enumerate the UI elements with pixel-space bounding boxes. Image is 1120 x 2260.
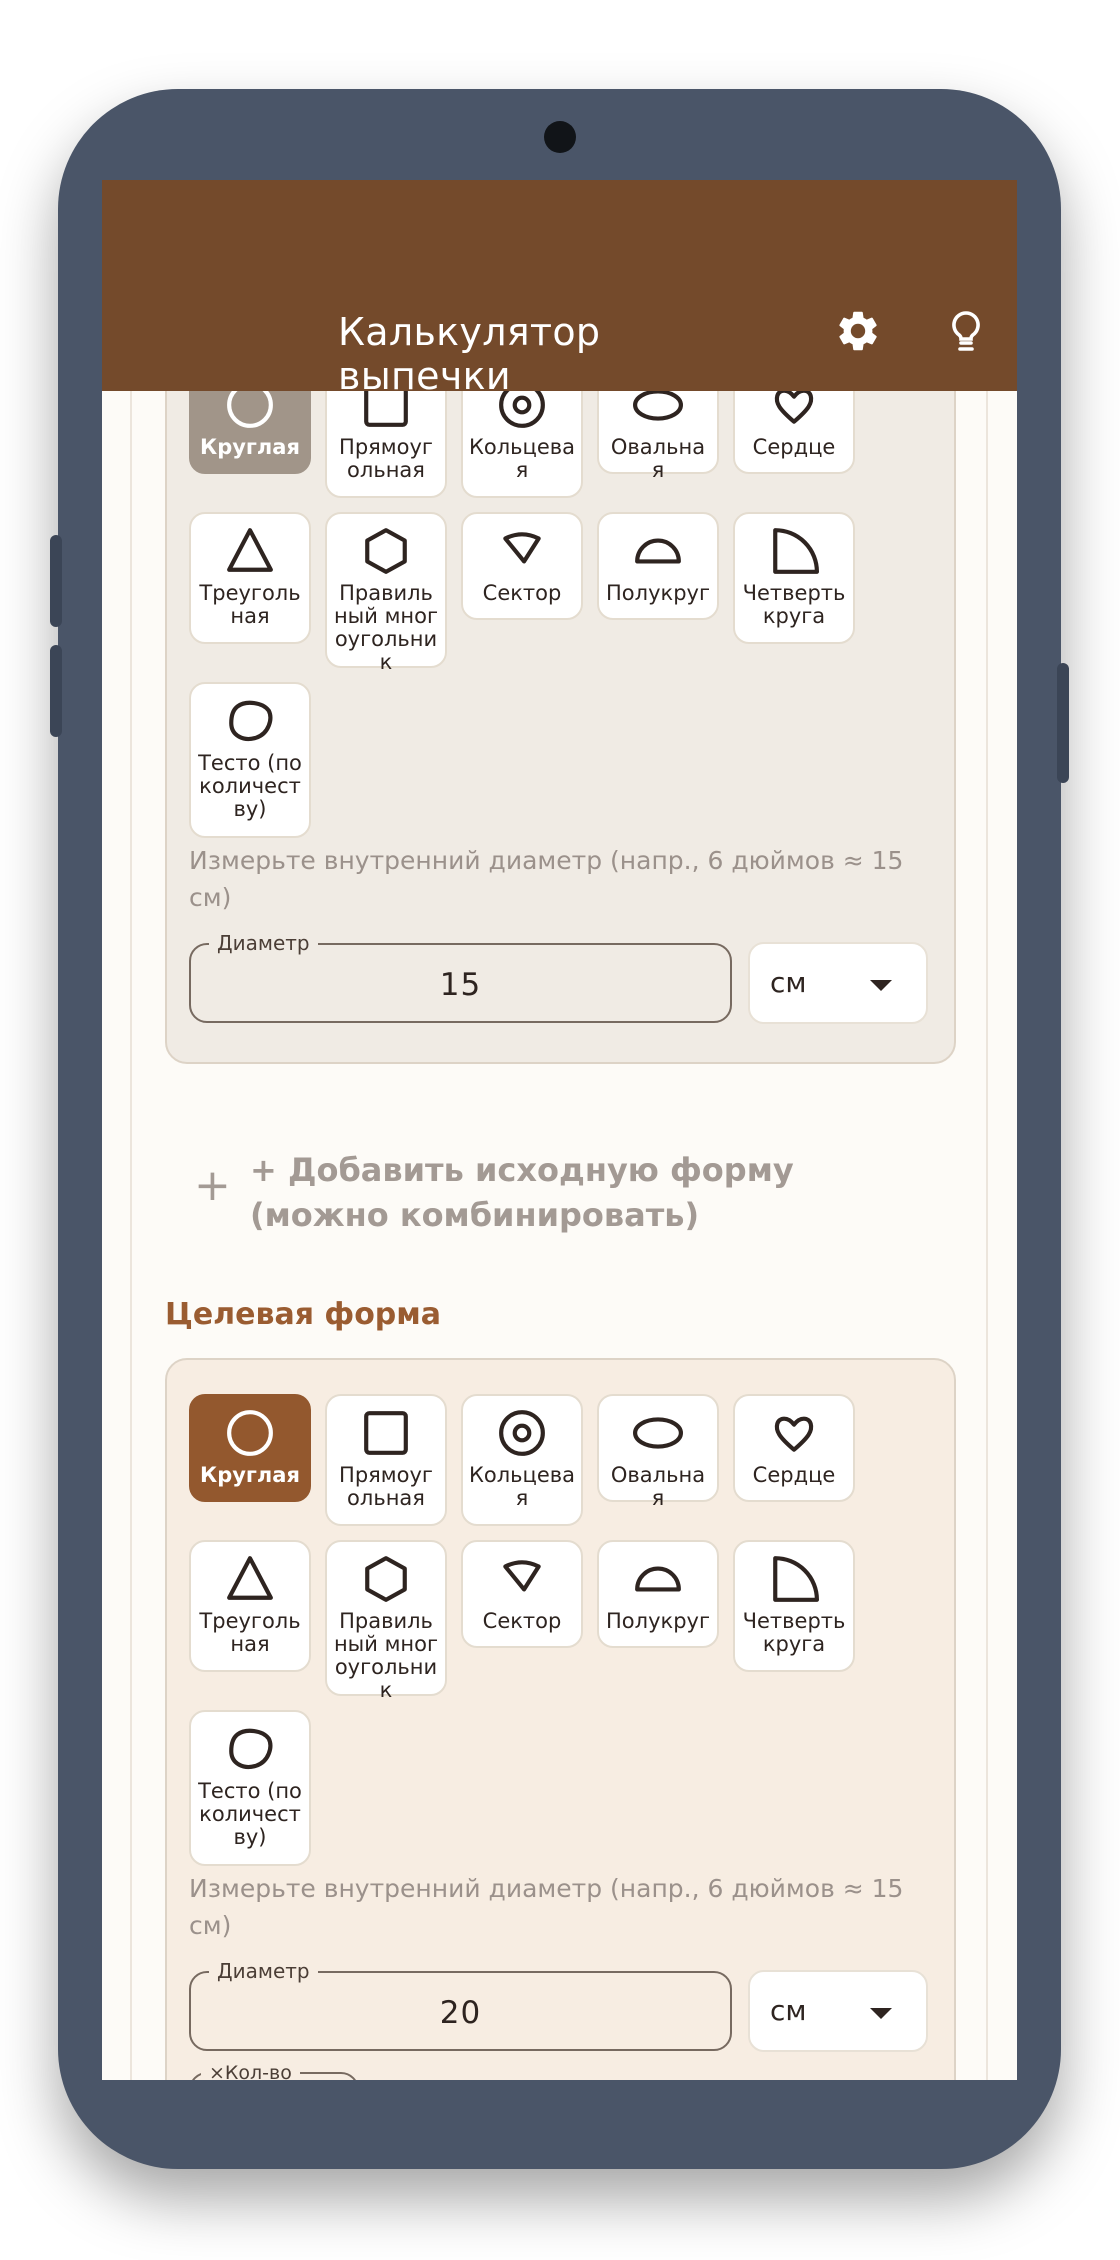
source-hint: Измерьте внутренний диаметр (напр., 6 дю…: [189, 846, 904, 912]
target-shape-option[interactable]: Овальная: [597, 1394, 719, 1510]
target-shape-label: Четверть круга: [742, 1609, 846, 1656]
dough-blob-icon: [229, 1728, 273, 1769]
target-shape-label: Овальная: [610, 1463, 706, 1510]
quantity-field[interactable]: ×Кол-во: [189, 2062, 359, 2080]
target-shape-label: Треугольная: [199, 1609, 301, 1656]
target-unit-value: см: [770, 1994, 807, 2027]
source-shape-option[interactable]: Тесто (по количеству): [189, 682, 311, 838]
quarter-circle-icon: [773, 528, 819, 574]
lightbulb-icon[interactable]: [942, 307, 990, 355]
front-camera: [544, 121, 576, 153]
source-shape-label: Тесто (по количеству): [198, 751, 302, 821]
dough-blob-icon: [229, 700, 273, 741]
source-shape-label: Четверть круга: [742, 581, 846, 628]
ring-icon: [499, 1410, 545, 1456]
hexagon-icon: [365, 1556, 407, 1602]
target-shape-option[interactable]: Правильный многоугольник: [325, 1540, 447, 1702]
source-shape-label: Полукруг: [606, 581, 710, 605]
app-title: Калькулятор выпечки: [338, 310, 601, 398]
app-bar: Калькулятор выпечки: [102, 180, 1017, 398]
source-shape-option[interactable]: Сектор: [461, 512, 583, 620]
source-shape-option[interactable]: Правильный многоугольник: [325, 512, 447, 674]
source-shape-option[interactable]: Полукруг: [597, 512, 719, 620]
target-shape-label: Кольцевая: [469, 1463, 576, 1510]
app-screen: Круглая Прямоугольная Кольцевая Овальная Сер…: [102, 180, 1017, 2080]
circle-icon: [227, 1410, 273, 1456]
source-diameter-value: 15: [439, 967, 482, 1003]
target-shape-option[interactable]: Сектор: [461, 1540, 583, 1648]
target-shape-option[interactable]: Полукруг: [597, 1540, 719, 1648]
semicircle-icon: [635, 1566, 681, 1592]
hexagon-icon: [365, 528, 407, 574]
source-unit-select[interactable]: см: [748, 942, 928, 1024]
triangle-icon: [227, 528, 273, 572]
triangle-icon: [227, 1556, 273, 1600]
target-shape-option[interactable]: Кольцевая: [461, 1394, 583, 1526]
source-shape-label: Кольцевая: [469, 435, 576, 482]
target-shape-label: Сердце: [752, 1463, 836, 1487]
sector-icon: [503, 1560, 541, 1592]
source-shape-option[interactable]: Треугольная: [189, 512, 311, 644]
target-shape-option[interactable]: Прямоугольная: [325, 1394, 447, 1526]
phone-frame: Круглая Прямоугольная Кольцевая Овальная Сер…: [50, 89, 1069, 2169]
quarter-circle-icon: [773, 1556, 819, 1602]
target-unit-select[interactable]: см: [748, 1970, 928, 2052]
target-diameter-value: 20: [439, 1995, 482, 2031]
chevron-down-icon: [870, 2008, 892, 2019]
target-shape-label: Круглая: [200, 1463, 300, 1487]
target-shape-option[interactable]: Сердце: [733, 1394, 855, 1502]
source-shape-label: Прямоугольная: [339, 435, 433, 482]
oval-icon: [633, 1417, 683, 1449]
source-shape-label: Правильный многоугольник: [333, 581, 439, 674]
source-shape-label: Треугольная: [199, 581, 301, 628]
target-shape-option[interactable]: Четверть круга: [733, 1540, 855, 1672]
source-diameter-label: Диаметр: [209, 932, 318, 954]
chevron-down-icon: [870, 980, 892, 991]
target-shape-label: Правильный многоугольник: [333, 1609, 439, 1702]
add-source-label: + Добавить исходную форму (можно комбини…: [250, 1151, 794, 1234]
source-unit-value: см: [770, 966, 807, 999]
power-button: [1057, 663, 1069, 783]
heart-icon: [774, 1416, 814, 1452]
target-diameter-field[interactable]: Диаметр 20: [189, 1960, 732, 2051]
volume-down-button: [50, 645, 62, 737]
target-shape-label: Прямоугольная: [339, 1463, 433, 1510]
source-diameter-field[interactable]: Диаметр 15: [189, 932, 732, 1023]
source-shape-label: Овальная: [610, 435, 706, 482]
source-shape-label: Круглая: [200, 435, 300, 459]
semicircle-icon: [635, 538, 681, 564]
target-shape-option[interactable]: Тесто (по количеству): [189, 1710, 311, 1866]
source-shape-card: Круглая Прямоугольная Кольцевая Овальная Сер…: [165, 330, 956, 1064]
target-shape-label: Сектор: [482, 1609, 562, 1633]
target-shape-option[interactable]: Круглая: [189, 1394, 311, 1502]
target-shape-label: Тесто (по количеству): [198, 1779, 302, 1849]
plus-icon: +: [194, 1160, 231, 1211]
source-shape-label: Сердце: [752, 435, 836, 459]
sector-icon: [503, 532, 541, 564]
target-hint: Измерьте внутренний диаметр (напр., 6 дю…: [189, 1874, 904, 1940]
source-shape-label: Сектор: [482, 581, 562, 605]
target-shape-option[interactable]: Треугольная: [189, 1540, 311, 1672]
target-shape-card: Круглая Прямоугольная Кольцевая Овальная Сер…: [165, 1358, 956, 2080]
source-shape-option[interactable]: Четверть круга: [733, 512, 855, 644]
target-shape-label: Полукруг: [606, 1609, 710, 1633]
volume-up-button: [50, 535, 62, 627]
square-icon: [364, 1411, 408, 1455]
target-section-title: Целевая форма: [165, 1297, 442, 1332]
quantity-label: ×Кол-во: [201, 2062, 300, 2080]
gear-icon[interactable]: [834, 307, 882, 355]
target-diameter-label: Диаметр: [209, 1960, 318, 1982]
